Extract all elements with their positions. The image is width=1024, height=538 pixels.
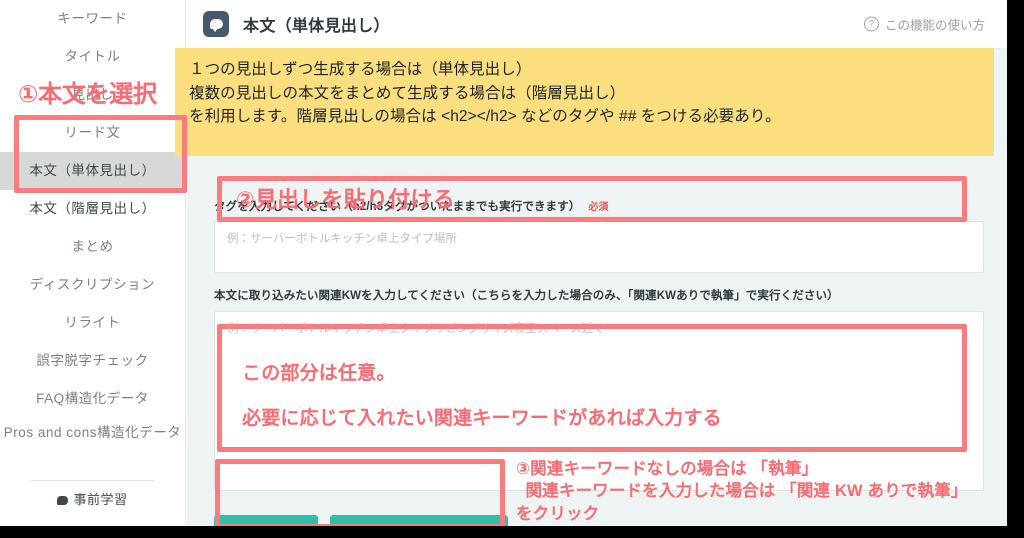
how-to-use-link[interactable]: ? この機能の使い方 [863,15,985,34]
action-button-row: 執筆 関連KWありで執筆 [214,515,508,526]
sidebar-item-summary[interactable]: まとめ [0,228,185,266]
sidebar-item-title[interactable]: タイトル [0,38,185,76]
heading-input[interactable]: 例：サーバーボトルキッチン卓上タイプ場所 [214,221,984,273]
sidebar-item-label: キーワード [57,11,128,26]
write-button[interactable]: 執筆 [214,515,318,526]
main-panel: 本文（単体見出し） ? この機能の使い方 タグを入力してください（h2/h3タグ… [175,0,1007,526]
panel-header: 本文（単体見出し） ? この機能の使い方 [187,0,1007,49]
sidebar-item-label: 事前学習 [73,492,128,507]
sidebar-item-label: リライト [64,315,121,330]
sidebar-item-label: FAQ構造化データ [36,391,149,406]
sidebar-item-label: 本文（階層見出し） [29,201,156,216]
sidebar-item-typo-check[interactable]: 誤字脱字チェック [0,342,185,380]
yellow-note-overlay: １つの見出しずつ生成する場合は（単体見出し） 複数の見出しの本文をまとめて生成す… [175,48,994,156]
sidebar-item-body-single-heading[interactable]: 本文（単体見出し） [0,152,185,190]
sidebar-item-pretraining[interactable]: 事前学習 [0,481,185,519]
speech-bubble-glyph [209,19,223,32]
page-title: 本文（単体見出し） [243,18,390,35]
keyword-field-label: 本文に取り込みたい関連KWを入力してください（こちらを入力した場合のみ、「関連K… [214,290,839,302]
annotation-step1-label: ①本文を選択 [18,81,157,108]
chat-bubble-app-icon [203,11,229,37]
annotation-step3-line2: 必要に応じて入れたい関連キーワードがあれば入力する [242,408,722,429]
sidebar-item-pros-and-cons-structured-data[interactable]: Pros and cons構造化データ [0,418,185,470]
sidebar-item-body-nested-heading[interactable]: 本文（階層見出し） [0,190,185,228]
required-badge: 必須 [588,202,609,213]
sidebar-item-label: ディスクリプション [29,277,156,292]
sidebar-item-label: 誤字脱字チェック [36,353,149,368]
application-window: キーワード タイトル 見出し リード文 本文（単体見出し） 本文（階層見出し） … [0,0,1007,526]
sidebar-item-label: タイトル [64,49,121,64]
sidebar-item-keyword[interactable]: キーワード [0,0,185,38]
annotation-step3-line1: この部分は任意。 [242,363,396,384]
sidebar-item-description[interactable]: ディスクリプション [0,266,185,304]
chat-bubble-icon [57,496,69,505]
question-circle-icon: ? [863,16,879,32]
annotation-step4-label: ③関連キーワードなしの場合は 「執筆」 関連キーワードを入力した場合は 「関連 … [516,460,968,523]
screenshot-frame: キーワード タイトル 見出し リード文 本文（単体見出し） 本文（階層見出し） … [0,0,1024,538]
sidebar-item-faq-structured-data[interactable]: FAQ構造化データ [0,380,185,418]
annotation-step2-label: ②見出しを貼り付ける [236,187,455,212]
sidebar-item-label: 本文（単体見出し） [29,163,156,178]
sidebar-item-label: まとめ [71,239,114,254]
sidebar-item-lead-text[interactable]: リード文 [0,114,185,152]
sidebar-item-label: リード文 [64,125,121,140]
write-with-related-kw-button[interactable]: 関連KWありで執筆 [330,515,508,526]
sidebar-navigation: キーワード タイトル 見出し リード文 本文（単体見出し） 本文（階層見出し） … [0,0,186,526]
sidebar-item-rewrite[interactable]: リライト [0,304,185,342]
how-to-use-label: この機能の使い方 [884,18,985,33]
sidebar-item-label: Pros and cons構造化データ [3,425,182,440]
